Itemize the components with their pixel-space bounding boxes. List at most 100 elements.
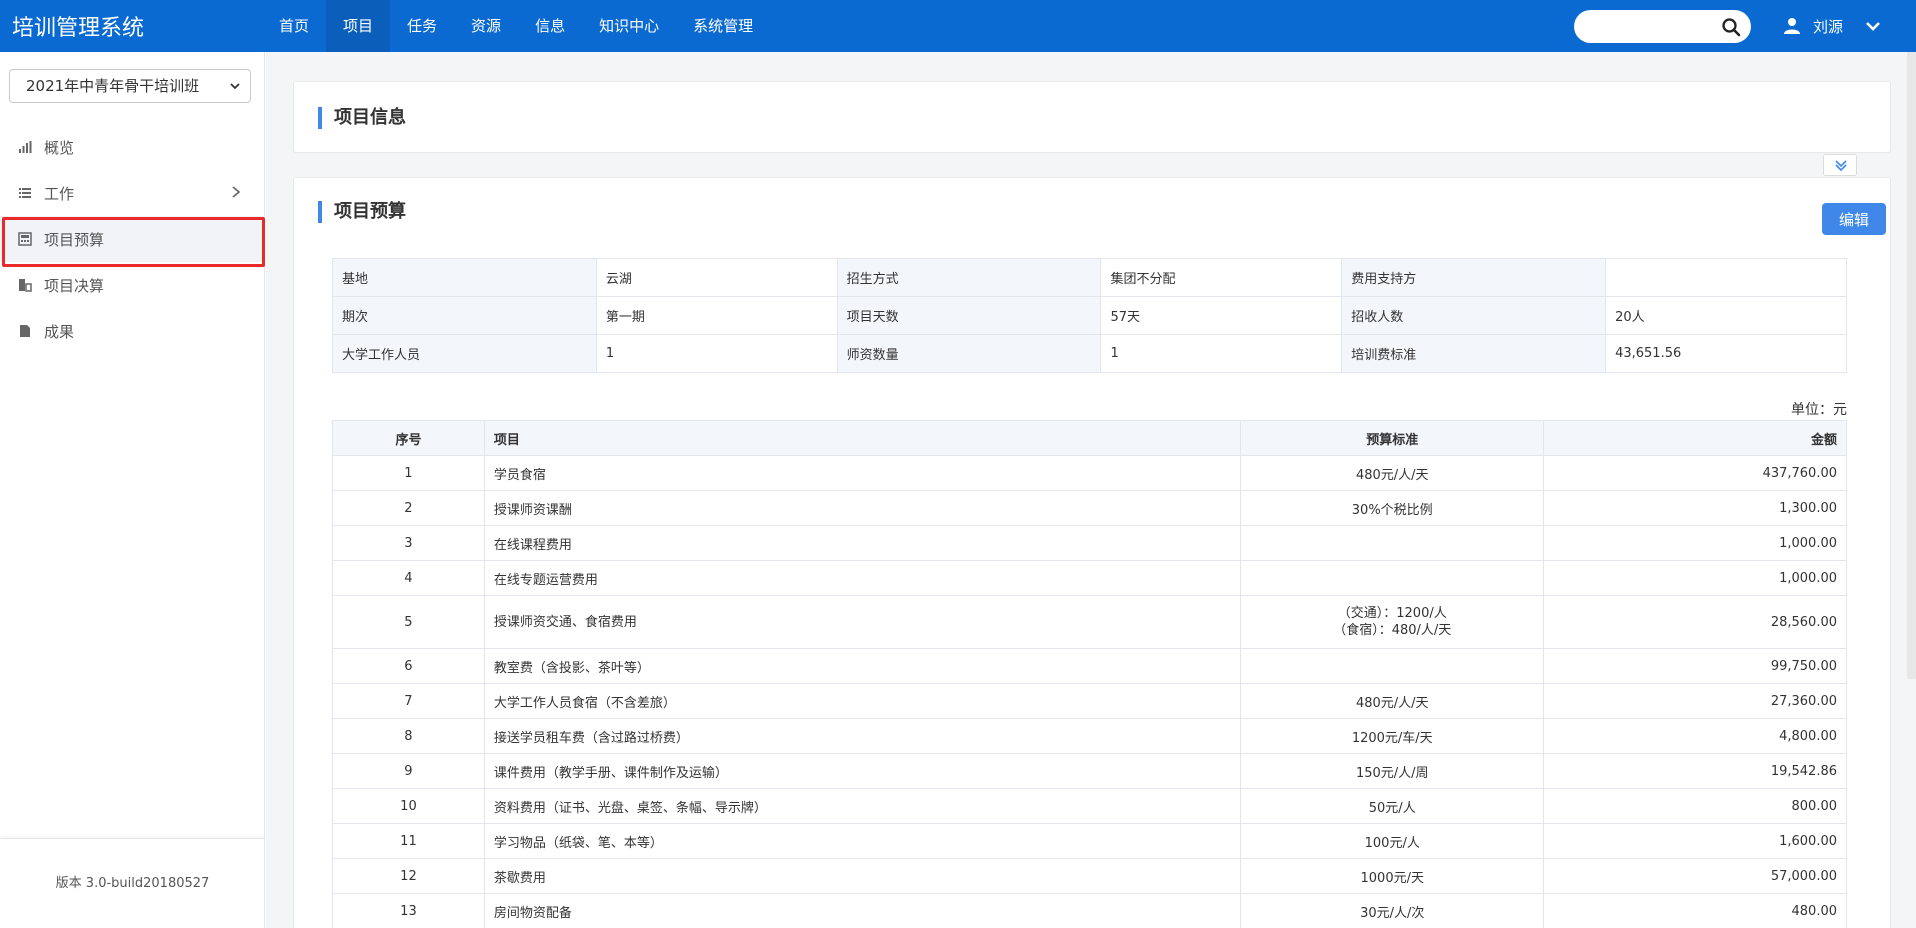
cell-no: 4 — [332, 560, 485, 596]
search-input[interactable] — [1574, 10, 1714, 43]
sidebar-item-label: 成果 — [44, 322, 75, 341]
nav-item[interactable]: 任务 — [390, 0, 454, 52]
standard-line: 50元/人 — [1368, 800, 1416, 816]
standard-line: 30%个税比例 — [1351, 502, 1433, 518]
standard-line: 100元/人 — [1364, 835, 1420, 851]
nav-item[interactable]: 项目 — [326, 0, 391, 52]
cell-amount: 1,600.00 — [1543, 823, 1847, 859]
sidebar-menu: 概览工作项目预算项目决算成果 — [0, 124, 265, 354]
cell-standard: 30%个税比例 — [1240, 490, 1545, 526]
project-budget-panel: 项目预算 编辑 基地 云湖 招生方式 集团不分配 费用支持方 期次 第一期 项目天数 57天 招收… — [293, 177, 1891, 928]
cell-amount: 800.00 — [1543, 788, 1847, 824]
sidebar-item[interactable]: 项目决算 — [0, 262, 265, 308]
table-row: 6 教室费（含投影、茶叶等） 99,750.00 — [332, 648, 1847, 684]
search-box — [1574, 10, 1751, 43]
info-value: 第一期 — [595, 296, 838, 335]
project-info-panel: 项目信息 — [293, 81, 1891, 153]
cell-no: 13 — [332, 893, 485, 928]
cell-no: 10 — [332, 788, 485, 824]
cell-amount: 1,000.00 — [1543, 560, 1847, 596]
file-icon — [20, 325, 30, 337]
cell-standard — [1240, 648, 1545, 684]
main-nav: 首页 项目 任务 资源 信息 知识中心 系统管理 — [262, 0, 770, 52]
sidebar-item-label: 概览 — [44, 138, 75, 157]
cell-no: 8 — [332, 718, 485, 754]
project-info-title: 项目信息 — [318, 107, 406, 129]
cell-amount: 4,800.00 — [1543, 718, 1847, 754]
version-info: 版本 3.0-build20180527 — [0, 838, 265, 928]
info-key: 师资数量 — [836, 334, 1102, 373]
table-row: 7 大学工作人员食宿（不含差旅） 480元/人/天 27,360.00 — [332, 683, 1847, 719]
sidebar-item-label: 项目决算 — [44, 276, 105, 295]
info-key: 项目天数 — [836, 296, 1102, 335]
table-header-row: 序号 项目 预算标准 金额 — [332, 420, 1847, 456]
sidebar: 2021年中青年骨干培训班 概览工作项目预算项目决算成果 版本 3.0-buil… — [0, 52, 265, 928]
nav-item[interactable]: 首页 — [262, 0, 326, 52]
info-key: 招收人数 — [1341, 296, 1607, 335]
standard-line: 1000元/天 — [1360, 870, 1424, 886]
unit-label: 单位：元 — [1791, 402, 1847, 418]
info-value: 集团不分配 — [1100, 258, 1343, 297]
standard-line: 480元/人/天 — [1355, 695, 1429, 711]
cell-standard: 150元/人/周 — [1240, 753, 1545, 789]
cell-standard — [1240, 525, 1545, 561]
cell-no: 2 — [332, 490, 485, 526]
list-icon — [19, 188, 31, 198]
cell-item: 教室费（含投影、茶叶等） — [483, 648, 1242, 684]
info-value: 57天 — [1100, 296, 1343, 335]
sidebar-item[interactable]: 概览 — [0, 124, 265, 170]
cell-no: 6 — [332, 648, 485, 684]
cell-no: 5 — [332, 595, 485, 649]
project-info-table: 基地 云湖 招生方式 集团不分配 费用支持方 期次 第一期 项目天数 57天 招收人数 20人 大学工… — [332, 258, 1847, 373]
cell-amount: 27,360.00 — [1543, 683, 1847, 719]
column-header-item: 项目 — [483, 420, 1242, 456]
nav-item[interactable]: 资源 — [454, 0, 518, 52]
expand-button[interactable] — [1823, 154, 1857, 176]
cell-standard: （交通）：1200/人 （食宿）：480/人/天 — [1240, 595, 1545, 649]
bar-chart-icon — [19, 141, 32, 153]
sidebar-item[interactable]: 项目预算 — [0, 216, 265, 267]
cell-amount: 28,560.00 — [1543, 595, 1847, 649]
user-menu[interactable]: 刘源 — [1783, 0, 1881, 52]
table-row: 5 授课师资交通、食宿费用 （交通）：1200/人 （食宿）：480/人/天 28,56… — [332, 595, 1847, 649]
info-value: 1 — [1100, 334, 1343, 373]
calculator-icon — [18, 232, 32, 246]
cell-item: 授课师资课酬 — [483, 490, 1242, 526]
table-row: 2 授课师资课酬 30%个税比例 1,300.00 — [332, 490, 1847, 526]
cell-amount: 1,300.00 — [1543, 490, 1847, 526]
sidebar-item[interactable]: 成果 — [0, 308, 265, 354]
info-value: 1 — [595, 334, 838, 373]
table-row: 4 在线专题运营费用 1,000.00 — [332, 560, 1847, 596]
table-row: 9 课件费用（教学手册、课件制作及运输） 150元/人/周 19,542.86 — [332, 753, 1847, 789]
standard-line: （交通）：1200/人 — [1337, 606, 1447, 621]
cell-item: 资料费用（证书、光盘、桌签、条幅、导示牌） — [483, 788, 1242, 824]
cell-item: 学员食宿 — [483, 455, 1242, 491]
table-row: 8 接送学员租车费（含过路过桥费） 1200元/车/天 4,800.00 — [332, 718, 1847, 754]
cell-standard: 30元/人/次 — [1240, 893, 1545, 928]
table-row: 1 学员食宿 480元/人/天 437,760.00 — [332, 455, 1847, 491]
scrollbar[interactable] — [1907, 52, 1916, 679]
nav-item[interactable]: 知识中心 — [582, 0, 676, 52]
search-icon[interactable] — [1721, 17, 1741, 37]
nav-item[interactable]: 信息 — [518, 0, 582, 52]
user-icon — [1784, 18, 1800, 34]
cell-standard: 100元/人 — [1240, 823, 1545, 859]
table-row: 12 茶歇费用 1000元/天 57,000.00 — [332, 858, 1847, 894]
cell-standard — [1240, 560, 1545, 596]
cell-item: 课件费用（教学手册、课件制作及运输） — [483, 753, 1242, 789]
cell-item: 茶歇费用 — [483, 858, 1242, 894]
edit-button[interactable]: 编辑 — [1822, 203, 1886, 235]
report-icon — [19, 279, 32, 292]
standard-line: 150元/人/周 — [1355, 765, 1429, 781]
sidebar-item-label: 工作 — [44, 184, 75, 203]
info-key: 期次 — [332, 296, 597, 335]
sidebar-item[interactable]: 工作 — [0, 170, 265, 216]
standard-line: 1200元/车/天 — [1351, 730, 1433, 746]
nav-item[interactable]: 系统管理 — [676, 0, 770, 52]
table-row: 10 资料费用（证书、光盘、桌签、条幅、导示牌） 50元/人 800.00 — [332, 788, 1847, 824]
info-value: 43,651.56 — [1605, 334, 1847, 373]
project-select[interactable]: 2021年中青年骨干培训班 — [9, 69, 251, 103]
info-value: 云湖 — [595, 258, 838, 297]
chevron-down-icon[interactable] — [1865, 18, 1881, 34]
column-header-amount: 金额 — [1543, 420, 1847, 456]
